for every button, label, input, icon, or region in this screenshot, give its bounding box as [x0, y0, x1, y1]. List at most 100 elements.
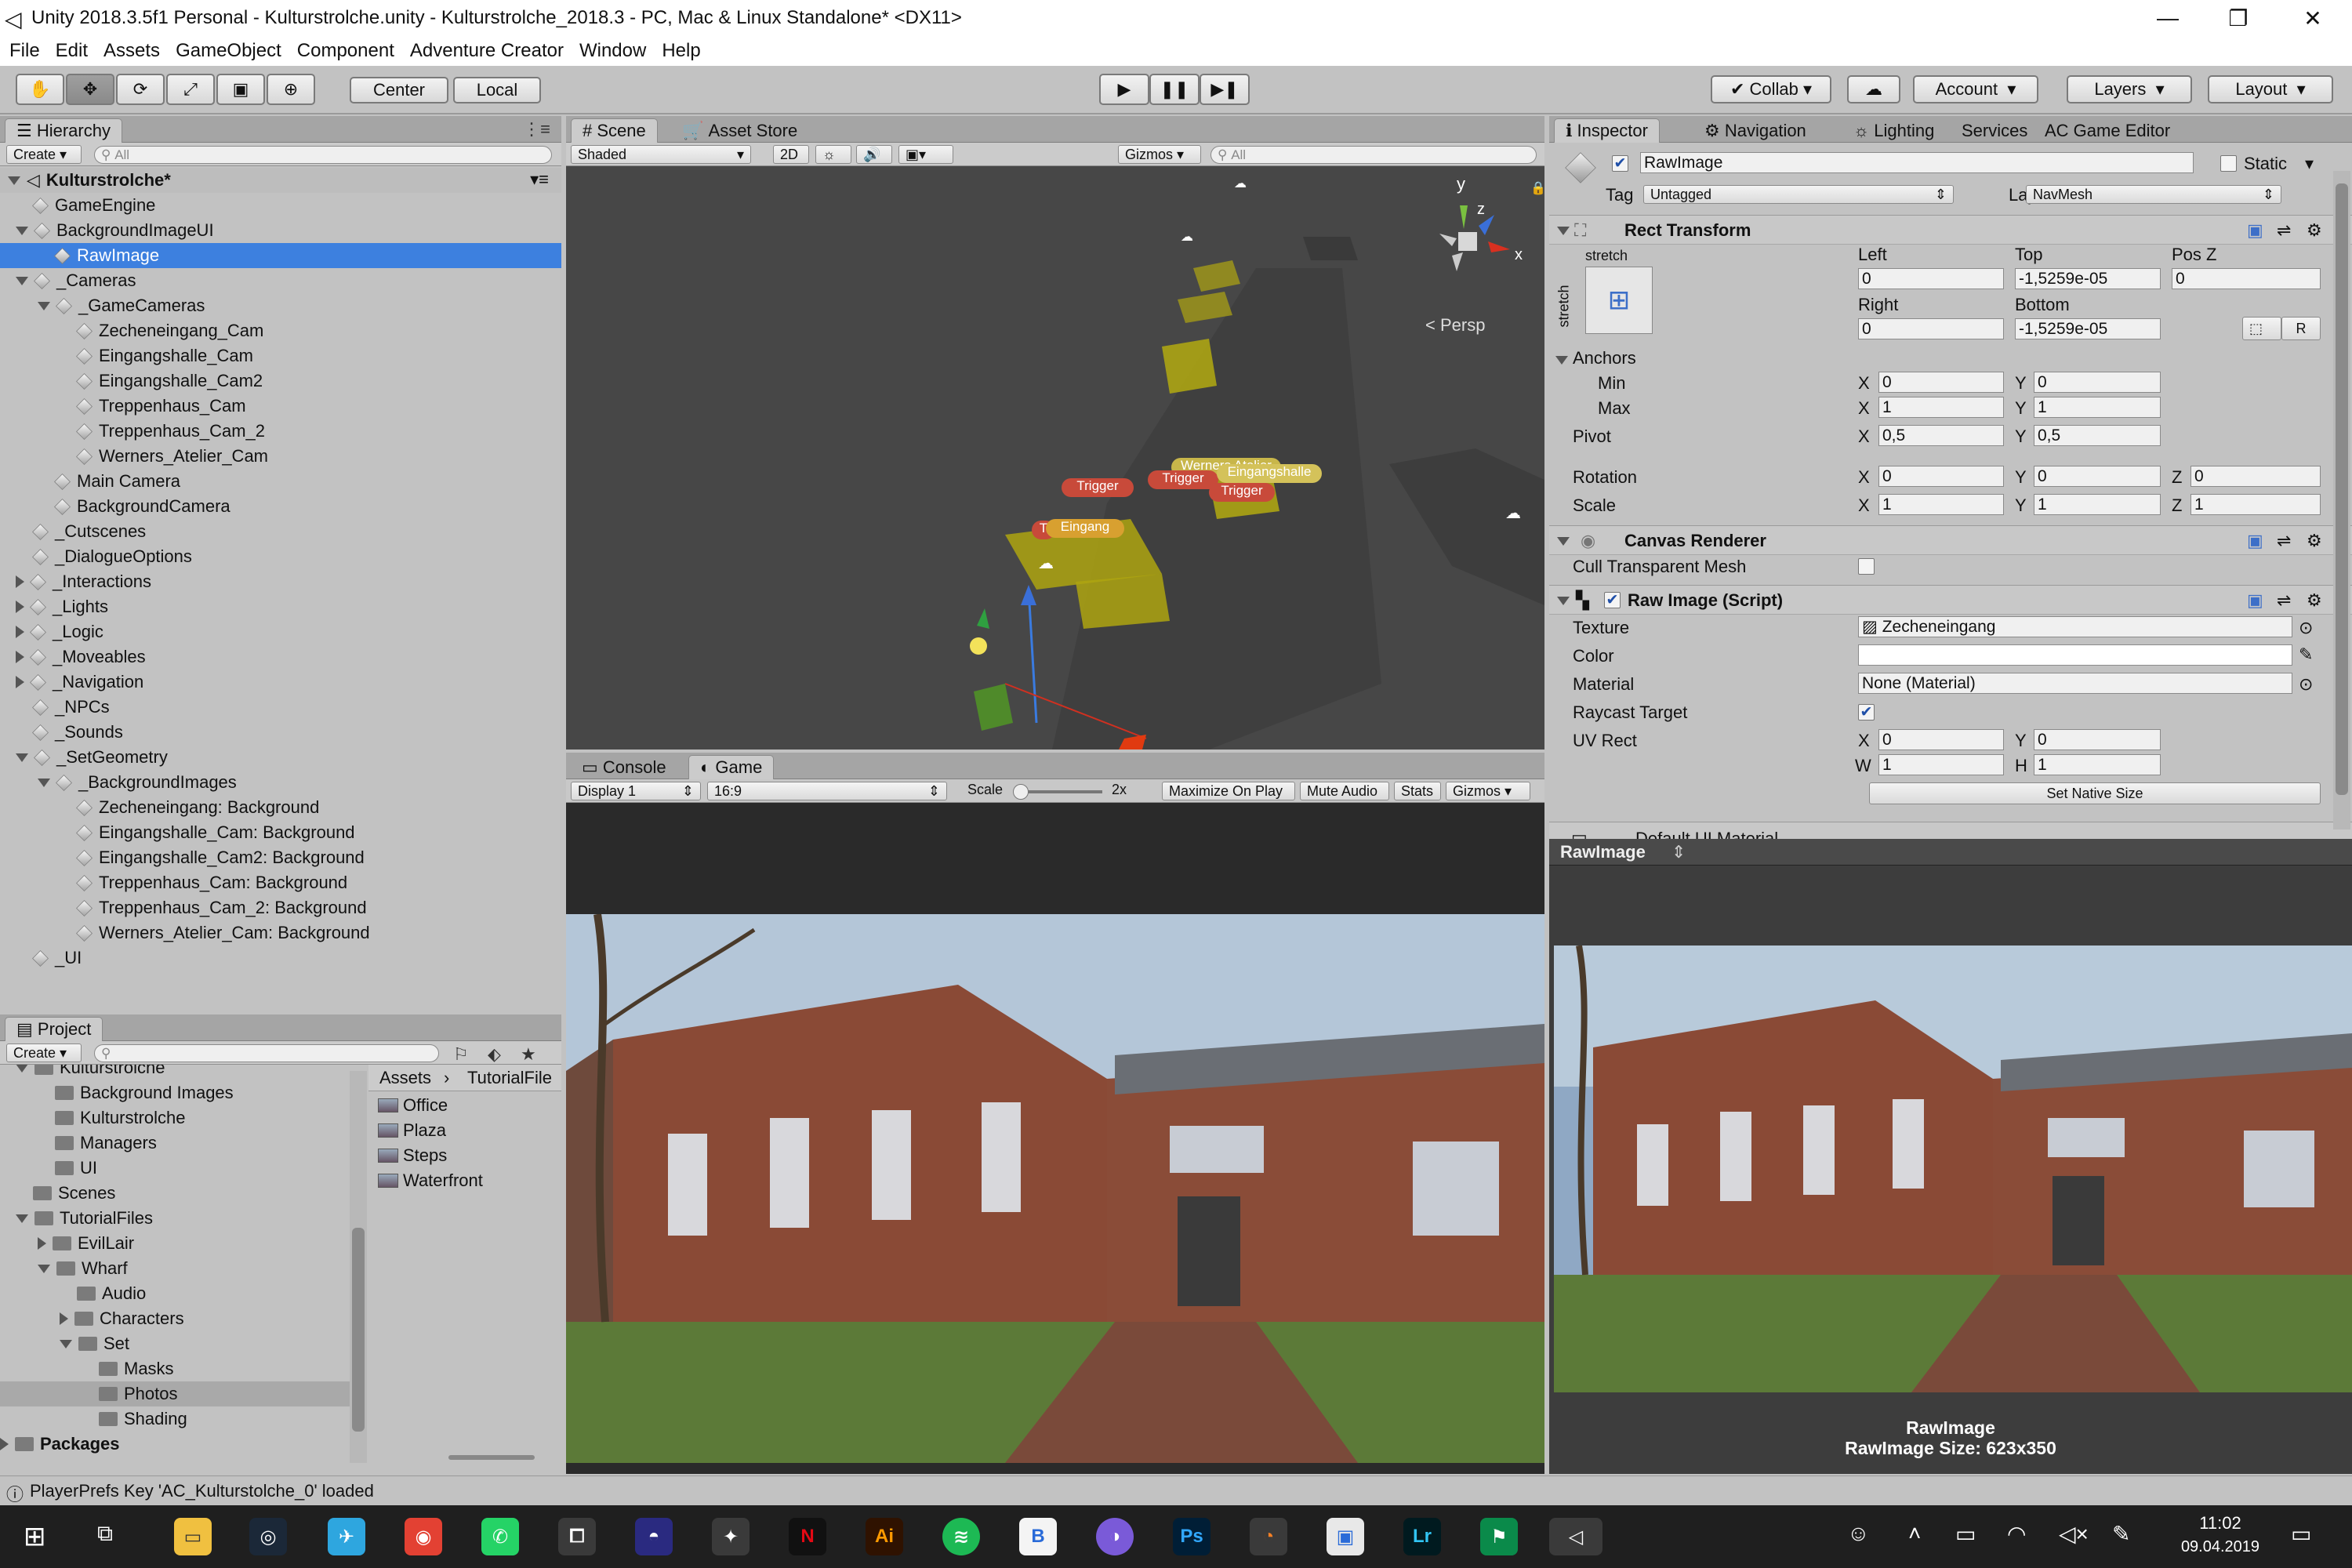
telegram-icon[interactable]: ✈	[328, 1518, 365, 1555]
file-explorer-icon[interactable]: ▭	[174, 1518, 212, 1555]
bottom-input[interactable]: -1,5259e-05	[2015, 318, 2161, 339]
breadcrumb-assets[interactable]: Assets	[379, 1068, 431, 1088]
set-native-size-button[interactable]: Set Native Size	[1869, 782, 2321, 804]
hierarchy-item[interactable]: Zecheneingang: Background	[0, 795, 561, 820]
active-checkbox[interactable]: ✔	[1612, 155, 1628, 172]
notification-icon[interactable]: ▭	[2291, 1521, 2311, 1547]
expand-arrow-icon[interactable]	[60, 1339, 72, 1348]
display-dropdown[interactable]: Display 1 ⇕	[571, 782, 701, 800]
pivot-y-input[interactable]: 0,5	[2034, 425, 2161, 446]
transform-tool-icon[interactable]: ⊕	[267, 74, 315, 105]
project-tree-scrollbar[interactable]	[350, 1071, 367, 1463]
color-field[interactable]	[1858, 644, 2292, 666]
inspector-scrollbar[interactable]	[2333, 171, 2350, 829]
tab-console[interactable]: ▭ Console	[571, 755, 677, 779]
menu-file[interactable]: File	[9, 40, 40, 62]
help-book-icon[interactable]: ▣	[2247, 531, 2263, 551]
scene-label-eingang[interactable]: Eingang	[1046, 519, 1124, 538]
expand-arrow-icon[interactable]	[16, 575, 24, 588]
anchor-min-y-input[interactable]: 0	[2034, 372, 2161, 393]
tab-project[interactable]: ▤ Project	[5, 1017, 103, 1041]
component-gear-icon[interactable]: ⚙	[2307, 590, 2322, 611]
account-button[interactable]: Account ▾	[1913, 75, 2038, 103]
hierarchy-item[interactable]: Treppenhaus_Cam_2: Background	[0, 895, 561, 920]
static-dropdown-icon[interactable]: ▾	[2305, 154, 2314, 174]
texture-field[interactable]: ▨ Zecheneingang	[1858, 616, 2292, 637]
blender-icon[interactable]: ◔	[1250, 1518, 1287, 1555]
netflix-icon[interactable]: N	[789, 1518, 826, 1555]
layout-button[interactable]: Layout ▾	[2208, 75, 2333, 103]
task-view-icon[interactable]: ⧉	[97, 1521, 113, 1547]
hierarchy-item[interactable]: Werners_Atelier_Cam	[0, 444, 561, 469]
hierarchy-item[interactable]: BackgroundCamera	[0, 494, 561, 519]
layer-dropdown[interactable]: NavMesh ⇕	[2026, 185, 2281, 204]
breadcrumb-tutorialfiles[interactable]: TutorialFile	[467, 1068, 552, 1088]
game-viewport[interactable]	[566, 803, 1544, 1474]
menu-window[interactable]: Window	[579, 40, 646, 62]
filter-type-icon[interactable]: ⚐	[453, 1044, 469, 1065]
play-icon[interactable]: ▶	[1099, 74, 1149, 105]
expand-arrow-icon[interactable]	[16, 1065, 28, 1073]
material-field[interactable]: None (Material)	[1858, 673, 2292, 694]
steam-icon[interactable]: ◎	[249, 1518, 287, 1555]
camera-icon[interactable]: ☁	[1234, 176, 1247, 191]
restore-icon[interactable]: ❐	[2203, 0, 2274, 36]
right-input[interactable]: 0	[1858, 318, 2004, 339]
uv-y-input[interactable]: 0	[2034, 729, 2161, 750]
scene-label-trigger[interactable]: Trigger	[1209, 483, 1275, 502]
orientation-gizmo[interactable]: y z x 🔒	[1413, 174, 1544, 299]
hierarchy-item[interactable]: _GameCameras	[0, 293, 561, 318]
project-folder-item[interactable]: Set	[0, 1331, 350, 1356]
window-app-icon[interactable]: ▣	[1327, 1518, 1364, 1555]
expand-arrow-icon[interactable]	[16, 626, 24, 638]
raw-image-header[interactable]: ▚ ✔ Raw Image (Script) ▣ ⇌ ⚙	[1549, 585, 2352, 615]
preset-icon[interactable]: ⇌	[2277, 590, 2291, 611]
scene-effects-icon[interactable]: ▣▾	[898, 145, 953, 164]
hierarchy-item[interactable]: Treppenhaus_Cam: Background	[0, 870, 561, 895]
close-icon[interactable]: ✕	[2278, 0, 2348, 36]
tab-ac-game-editor[interactable]: AC Game Editor	[2034, 118, 2181, 143]
document-app-icon[interactable]: B	[1019, 1518, 1057, 1555]
collapse-arrow-icon[interactable]	[1557, 537, 1570, 546]
project-folder-item[interactable]: TutorialFiles	[0, 1206, 350, 1231]
project-folder-item[interactable]: EvilLair	[0, 1231, 350, 1256]
tray-chevron-icon[interactable]: ˄	[1908, 1521, 1921, 1546]
rotate-tool-icon[interactable]: ⟳	[116, 74, 165, 105]
hierarchy-item[interactable]: Treppenhaus_Cam	[0, 394, 561, 419]
camera-icon[interactable]: ☁	[1038, 554, 1054, 573]
scrollbar-thumb[interactable]	[352, 1228, 365, 1432]
cull-mesh-checkbox[interactable]	[1858, 558, 1875, 575]
uv-h-input[interactable]: 1	[2034, 754, 2161, 775]
anchor-min-x-input[interactable]: 0	[1878, 372, 2004, 393]
object-picker-icon[interactable]: ⊙	[2299, 674, 2313, 695]
project-search-input[interactable]: ⚲	[94, 1044, 439, 1062]
whatsapp-icon[interactable]: ✆	[481, 1518, 519, 1555]
scale-slider-thumb[interactable]	[1013, 784, 1029, 800]
help-book-icon[interactable]: ▣	[2247, 590, 2263, 611]
project-folder-item[interactable]: Wharf	[0, 1256, 350, 1281]
expand-arrow-icon[interactable]	[0, 1438, 9, 1450]
game-launcher-icon[interactable]: ◓	[635, 1518, 673, 1555]
menu-component[interactable]: Component	[297, 40, 394, 62]
raw-image-enabled-checkbox[interactable]: ✔	[1604, 592, 1621, 608]
scale-tool-icon[interactable]: ⤢	[166, 74, 215, 105]
collapse-arrow-icon[interactable]	[1557, 227, 1570, 235]
scene-label-trigger[interactable]: Trigger	[1062, 478, 1134, 497]
rotation-y-input[interactable]: 0	[2034, 466, 2161, 487]
menu-assets[interactable]: Assets	[103, 40, 160, 62]
unity-taskbar-icon[interactable]: ◁	[1549, 1518, 1602, 1555]
scene-root-row[interactable]: ◁ Kulturstrolche* ▾≡	[0, 168, 561, 193]
blueprint-mode-icon[interactable]: ⬚	[2242, 317, 2281, 340]
menu-help[interactable]: Help	[662, 40, 700, 62]
hierarchy-item[interactable]: _Cameras	[0, 268, 561, 293]
project-folder-item[interactable]: Managers	[0, 1131, 350, 1156]
menu-adventure-creator[interactable]: Adventure Creator	[410, 40, 564, 62]
component-gear-icon[interactable]: ⚙	[2307, 220, 2322, 241]
posz-input[interactable]: 0	[2172, 268, 2321, 289]
tab-hierarchy[interactable]: ☰ Hierarchy	[5, 118, 122, 143]
component-gear-icon[interactable]: ⚙	[2307, 531, 2322, 551]
hierarchy-item[interactable]: GameEngine	[0, 193, 561, 218]
stats-toggle[interactable]: Stats	[1394, 782, 1441, 800]
expand-arrow-icon[interactable]	[16, 676, 24, 688]
object-picker-icon[interactable]: ⊙	[2299, 618, 2313, 638]
